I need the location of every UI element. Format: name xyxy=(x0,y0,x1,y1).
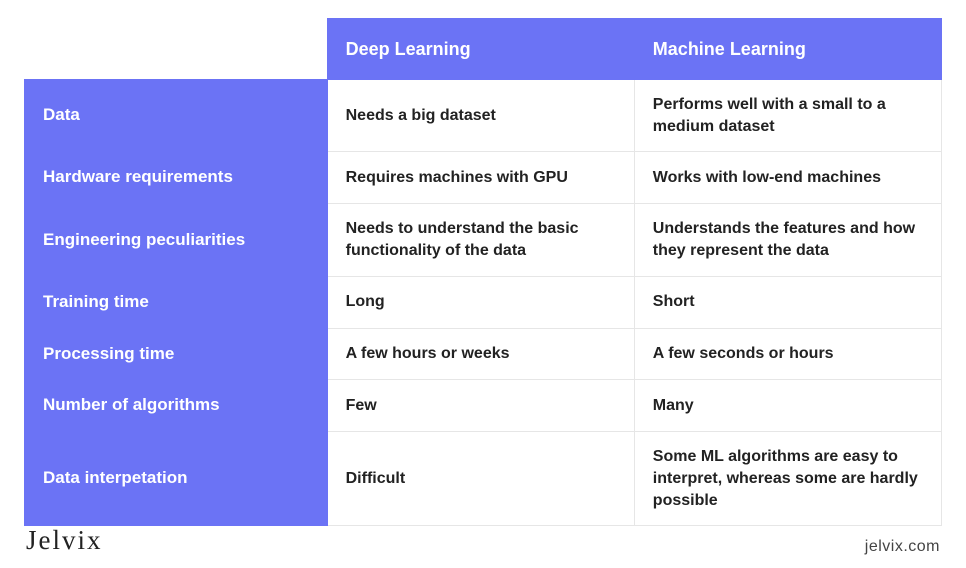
row-header: Number of algorithms xyxy=(25,380,328,432)
table-row: Data interpetation Difficult Some ML alg… xyxy=(25,432,942,526)
cell-ml: Many xyxy=(634,380,941,432)
row-header: Processing time xyxy=(25,328,328,380)
cell-dl: Needs to understand the basic functional… xyxy=(327,204,634,276)
table-row: Training time Long Short xyxy=(25,276,942,328)
row-header: Data interpetation xyxy=(25,432,328,526)
table-row: Hardware requirements Requires machines … xyxy=(25,152,942,204)
table-row: Processing time A few hours or weeks A f… xyxy=(25,328,942,380)
footer: Jelvix jelvix.com xyxy=(26,525,940,556)
table-row: Number of algorithms Few Many xyxy=(25,380,942,432)
cell-ml: Some ML algorithms are easy to interpret… xyxy=(634,432,941,526)
column-header-machine-learning: Machine Learning xyxy=(634,19,941,80)
cell-dl: Long xyxy=(327,276,634,328)
cell-ml: A few seconds or hours xyxy=(634,328,941,380)
table-row: Data Needs a big dataset Performs well w… xyxy=(25,80,942,152)
cell-dl: A few hours or weeks xyxy=(327,328,634,380)
row-header: Training time xyxy=(25,276,328,328)
row-header: Engineering peculiarities xyxy=(25,204,328,276)
cell-dl: Requires machines with GPU xyxy=(327,152,634,204)
brand-logo-text: Jelvix xyxy=(26,525,103,556)
comparison-table-wrap: Deep Learning Machine Learning Data Need… xyxy=(0,0,966,526)
header-blank-cell xyxy=(25,19,328,80)
cell-dl: Difficult xyxy=(327,432,634,526)
cell-ml: Understands the features and how they re… xyxy=(634,204,941,276)
comparison-table: Deep Learning Machine Learning Data Need… xyxy=(24,18,942,526)
table-header-row: Deep Learning Machine Learning xyxy=(25,19,942,80)
column-header-deep-learning: Deep Learning xyxy=(327,19,634,80)
table-row: Engineering peculiarities Needs to under… xyxy=(25,204,942,276)
cell-dl: Few xyxy=(327,380,634,432)
row-header: Hardware requirements xyxy=(25,152,328,204)
cell-dl: Needs a big dataset xyxy=(327,80,634,152)
cell-ml: Works with low-end machines xyxy=(634,152,941,204)
row-header: Data xyxy=(25,80,328,152)
cell-ml: Performs well with a small to a medium d… xyxy=(634,80,941,152)
brand-url: jelvix.com xyxy=(865,538,940,556)
cell-ml: Short xyxy=(634,276,941,328)
